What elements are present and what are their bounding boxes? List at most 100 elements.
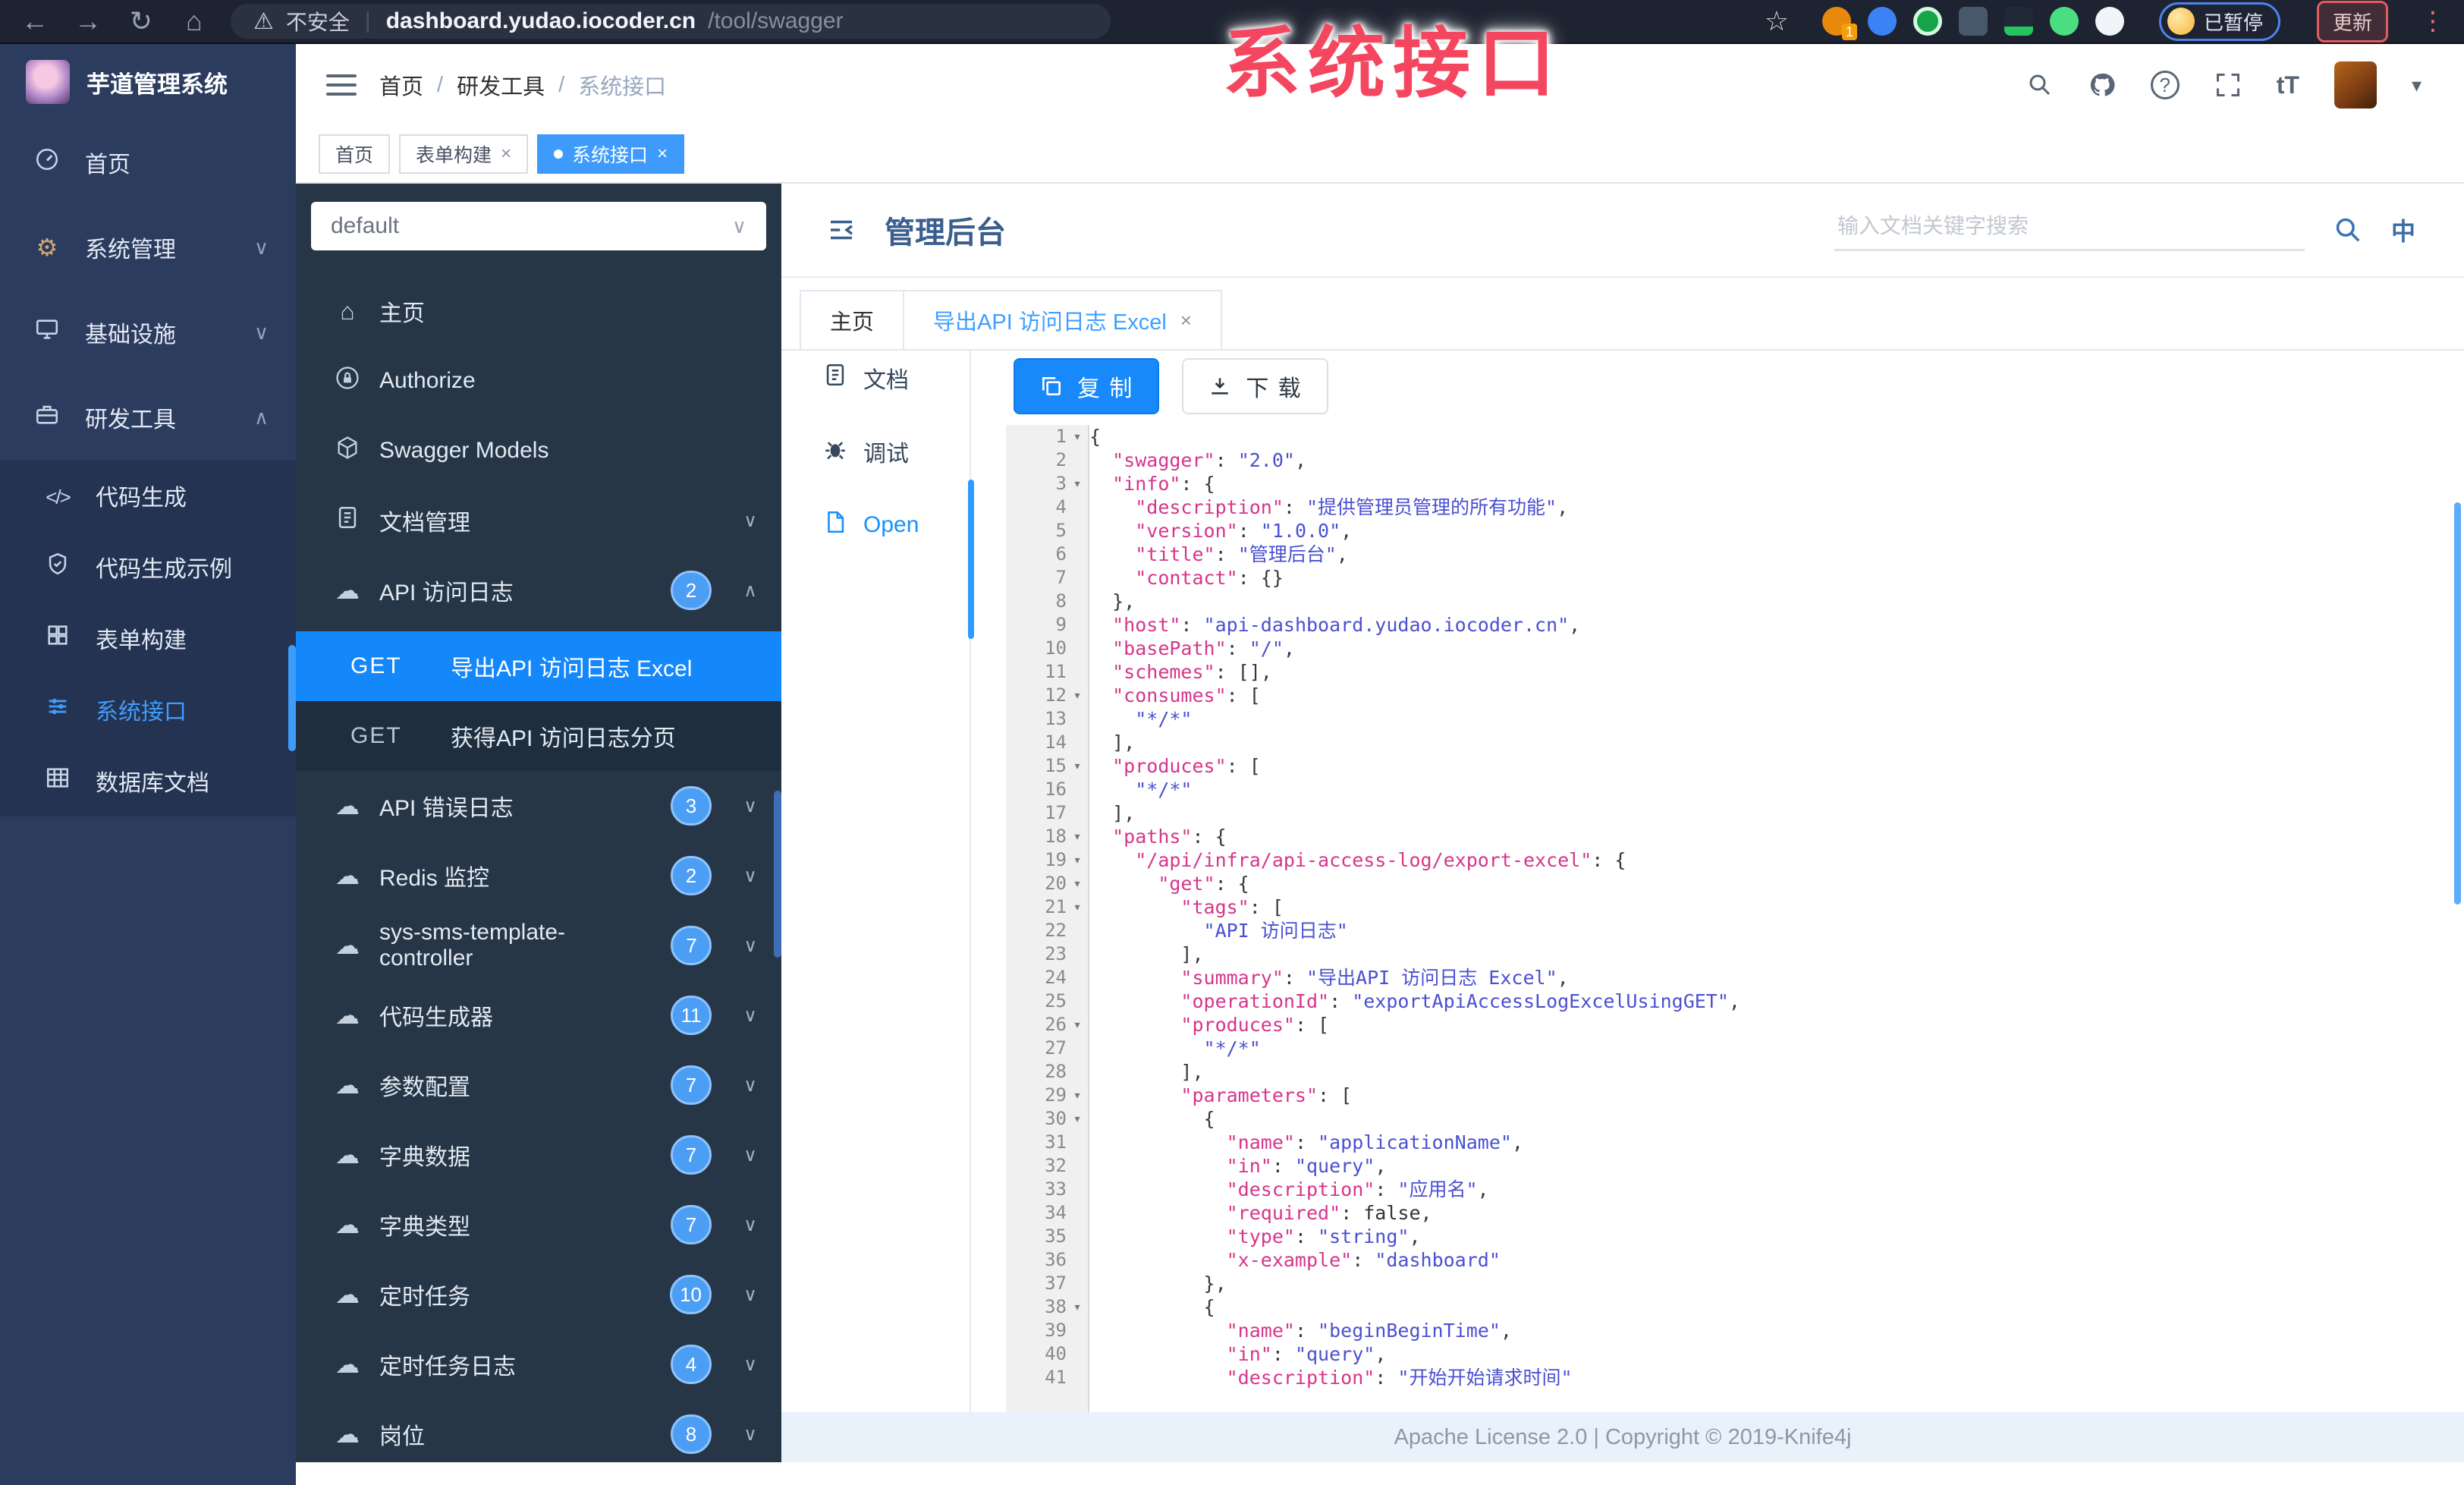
code-line: "*/*" (1135, 708, 1193, 730)
sidebar-subitem-表单构建[interactable]: 表单构建 (0, 602, 296, 674)
doc-menu-文档[interactable]: 文档 (781, 354, 971, 402)
help-icon[interactable]: ? (2150, 71, 2180, 99)
swagger-menu-label: Authorize (379, 368, 476, 393)
api-group-参数配置[interactable]: ☁ 参数配置 7 ∨ (296, 1050, 781, 1120)
close-icon[interactable]: × (1180, 309, 1192, 332)
fold-icon[interactable]: ▾ (1067, 684, 1088, 707)
code-line: ], (1089, 943, 1204, 965)
line-number: 9 (1055, 614, 1067, 635)
fold-icon[interactable]: ▾ (1067, 425, 1088, 448)
doc-search-input[interactable] (1834, 209, 2305, 251)
extension-icon[interactable] (1958, 7, 1988, 36)
tag-首页[interactable]: 首页 (319, 134, 391, 174)
doc-tab-主页[interactable]: 主页 (800, 290, 905, 349)
sidebar-item-系统管理[interactable]: ⚙ 系统管理 ∨ (0, 205, 296, 290)
extension-icon[interactable] (1867, 7, 1897, 36)
search-icon[interactable] (2026, 71, 2054, 99)
line-number: 15 (1045, 755, 1067, 776)
api-group-定时任务日志[interactable]: ☁ 定时任务日志 4 ∨ (296, 1329, 781, 1399)
swagger-sidebar-scrollbar[interactable] (774, 791, 781, 958)
api-group-字典数据[interactable]: ☁ 字典数据 7 ∨ (296, 1120, 781, 1190)
extension-icon[interactable] (2004, 7, 2033, 36)
sidebar-subitem-代码生成[interactable]: </> 代码生成 (0, 460, 296, 531)
api-group-代码生成器[interactable]: ☁ 代码生成器 11 ∨ (296, 980, 781, 1050)
api-group-sys-sms-template-controller[interactable]: ☁ sys-sms-template-controller 7 ∨ (296, 911, 781, 980)
extension-icon[interactable] (2095, 7, 2124, 36)
home-icon[interactable]: ⌂ (178, 8, 211, 35)
api-operation-导出API 访问日志 Excel[interactable]: GET 导出API 访问日志 Excel (296, 631, 781, 701)
content-scrollbar[interactable] (2454, 502, 2461, 905)
swagger-menu-文档管理[interactable]: 文档管理 ∨ (296, 486, 781, 555)
browser-update-button[interactable]: 更新 (2316, 0, 2388, 42)
address-bar[interactable]: ⚠ 不安全 | dashboard.yudao.iocoder.cn /tool… (231, 4, 1111, 39)
doc-menu-scrollbar[interactable] (968, 480, 974, 639)
tag-表单构建[interactable]: 表单构建 × (399, 134, 529, 174)
collapse-sidebar-icon[interactable] (326, 74, 357, 96)
app-logo-row[interactable]: 芋道管理系统 (0, 44, 296, 120)
api-group-API 错误日志[interactable]: ☁ API 错误日志 3 ∨ (296, 771, 781, 841)
sidebar-item-首页[interactable]: 首页 (0, 120, 296, 205)
fullscreen-icon[interactable] (2214, 71, 2242, 99)
code-editor[interactable]: 1 ▾ 2 3 ▾ 4 5 6 7 8 9 10 11 12 ▾ 13 14 15 ▾ 16 17 18 ▾ 19 ▾ 20 ▾ 21… (1006, 425, 2464, 1412)
forward-icon[interactable]: → (71, 8, 105, 35)
language-icon[interactable]: 中 (2391, 212, 2415, 247)
code-line: "description": "提供管理员管理的所有功能", (1135, 496, 1569, 518)
reload-icon[interactable]: ↻ (124, 8, 158, 35)
back-icon[interactable]: ← (18, 8, 52, 35)
tag-系统接口[interactable]: 系统接口 × (537, 134, 685, 174)
chevron-down-icon: ∨ (743, 1354, 757, 1375)
download-button[interactable]: 下 载 (1182, 358, 1328, 414)
breadcrumb-item[interactable]: 首页 (379, 69, 423, 101)
group-select[interactable]: default ∨ (311, 202, 766, 250)
close-icon[interactable]: × (501, 143, 511, 165)
sidebar-subitem-系统接口[interactable]: 系统接口 (0, 674, 296, 745)
doc-menu-Open[interactable]: Open (781, 501, 971, 549)
sidebar-item-研发工具[interactable]: 研发工具 ∧ (0, 375, 296, 460)
paused-extension-pill[interactable]: 已暂停 (2158, 2, 2280, 41)
api-group-定时任务[interactable]: ☁ 定时任务 10 ∨ (296, 1260, 781, 1329)
chevron-down-icon[interactable]: ▾ (2412, 74, 2422, 97)
fold-icon[interactable]: ▾ (1067, 472, 1088, 496)
doc-menu-调试[interactable]: 调试 (781, 427, 971, 476)
sidebar-subitem-代码生成示例[interactable]: 代码生成示例 (0, 531, 296, 602)
extension-icon[interactable] (1912, 7, 1942, 36)
doc-search-icon[interactable] (2334, 216, 2362, 244)
sidebar-item-基础设施[interactable]: 基础设施 ∨ (0, 290, 296, 375)
gutter-line: 40 (1006, 1342, 1088, 1366)
fold-icon[interactable]: ▾ (1067, 754, 1088, 778)
api-group-Redis 监控[interactable]: ☁ Redis 监控 2 ∨ (296, 841, 781, 911)
fold-icon[interactable]: ▾ (1067, 848, 1088, 872)
code-line: "consumes": [ (1112, 684, 1261, 706)
api-group-字典类型[interactable]: ☁ 字典类型 7 ∨ (296, 1190, 781, 1260)
fold-icon[interactable]: ▾ (1067, 895, 1088, 919)
breadcrumb-item[interactable]: 研发工具 (457, 69, 545, 101)
swagger-menu-API 访问日志[interactable]: ☁ API 访问日志 2 ∧ (296, 555, 781, 625)
avatar[interactable] (2334, 61, 2377, 109)
extension-icon[interactable]: 1 (1821, 7, 1857, 40)
fold-icon[interactable]: ▾ (1067, 1295, 1088, 1319)
close-icon[interactable]: × (657, 143, 668, 165)
swagger-menu-主页[interactable]: ⌂ 主页 (296, 276, 781, 346)
github-icon[interactable] (2088, 71, 2116, 99)
copy-button[interactable]: 复 制 (1014, 358, 1160, 414)
fold-icon[interactable]: ▾ (1067, 1013, 1088, 1037)
api-group-岗位[interactable]: ☁ 岗位 8 ∨ (296, 1399, 781, 1462)
swagger-menu-label: 文档管理 (379, 511, 470, 536)
browser-menu-icon[interactable]: ⋮ (2420, 6, 2446, 36)
gutter-line: 4 (1006, 496, 1088, 519)
swagger-menu-Swagger Models[interactable]: Swagger Models (296, 416, 781, 486)
doc-tab-导出API 访问日志 Excel[interactable]: 导出API 访问日志 Excel × (903, 290, 1222, 349)
font-size-icon[interactable]: tT (2277, 71, 2299, 99)
code-line: "host": "api-dashboard.yudao.iocoder.cn"… (1112, 614, 1581, 636)
api-operation-获得API 访问日志分页[interactable]: GET 获得API 访问日志分页 (296, 701, 781, 771)
fold-icon[interactable]: ▾ (1067, 872, 1088, 895)
swagger-menu-Authorize[interactable]: Authorize (296, 346, 781, 416)
fold-icon[interactable]: ▾ (1067, 1084, 1088, 1107)
sidebar-scrollbar[interactable] (288, 645, 296, 751)
extension-icon[interactable] (2049, 7, 2079, 36)
sidebar-subitem-数据库文档[interactable]: 数据库文档 (0, 745, 296, 816)
fold-icon[interactable]: ▾ (1067, 1107, 1088, 1131)
fold-icon[interactable]: ▾ (1067, 825, 1088, 848)
collapse-doc-sidebar-icon[interactable] (825, 214, 857, 246)
bookmark-star-icon[interactable]: ☆ (1765, 5, 1789, 37)
